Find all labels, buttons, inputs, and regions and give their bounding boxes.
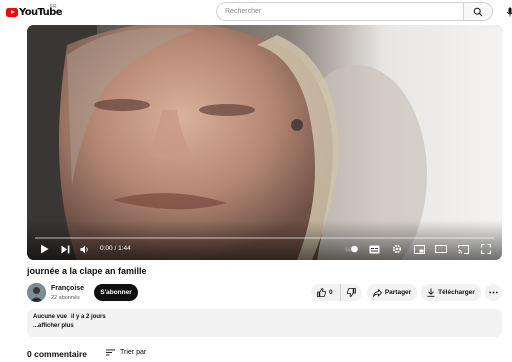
search-icon [473, 7, 483, 16]
play-button[interactable] [37, 242, 51, 256]
player-controls: 0:00 / 1:44 [27, 241, 502, 257]
sort-label: Trier par [120, 349, 147, 356]
settings-button[interactable] [390, 242, 404, 256]
volume-button[interactable] [78, 242, 92, 256]
like-dislike-group: 0 [311, 284, 362, 301]
subtitles-icon [369, 245, 379, 253]
sort-button[interactable]: Trier par [106, 349, 146, 356]
search-input[interactable]: Rechercher [216, 2, 464, 21]
share-button[interactable]: Partager [367, 284, 417, 301]
next-button[interactable] [58, 242, 72, 256]
more-icon [489, 291, 498, 294]
video-player[interactable]: 0:00 / 1:44 [27, 25, 502, 260]
search-button[interactable] [463, 2, 493, 21]
view-count: Aucune vue [33, 314, 68, 320]
autoplay-toggle-icon [344, 245, 358, 253]
thumbs-up-icon [317, 288, 326, 297]
avatar-image [27, 283, 46, 302]
voice-search-button[interactable] [503, 5, 512, 19]
theater-icon [435, 245, 447, 253]
thumbs-down-icon [347, 288, 356, 297]
download-label: Télécharger [438, 289, 475, 296]
miniplayer-button[interactable] [412, 242, 426, 256]
region-code: FR [50, 4, 57, 10]
fullscreen-icon [481, 244, 491, 254]
fullscreen-button[interactable] [479, 242, 493, 256]
settings-icon [392, 244, 402, 254]
subscribe-button[interactable]: S'abonner [94, 284, 138, 301]
cast-button[interactable] [456, 242, 470, 256]
progress-bar[interactable] [35, 237, 494, 239]
dislike-button[interactable] [341, 284, 362, 301]
miniplayer-icon [413, 244, 425, 254]
mic-icon [506, 7, 512, 17]
more-actions-button[interactable] [485, 284, 502, 301]
next-icon [61, 245, 69, 253]
masthead: YouTube FR Rechercher [0, 0, 512, 24]
cast-icon [457, 244, 469, 254]
show-more-link[interactable]: ...afficher plus [33, 323, 496, 329]
comments-count: 0 commentaire [27, 349, 87, 359]
download-icon [427, 288, 435, 297]
avatar[interactable] [27, 283, 46, 302]
like-button[interactable]: 0 [311, 284, 341, 301]
video-title: journée a la clape an famille [27, 266, 147, 276]
description-box[interactable]: Aucune vue il y a 2 jours ...afficher pl… [27, 309, 502, 337]
theater-button[interactable] [434, 242, 448, 256]
description-meta: Aucune vue il y a 2 jours [33, 314, 496, 320]
sort-icon [106, 349, 115, 356]
autoplay-toggle[interactable] [343, 242, 359, 256]
download-button[interactable]: Télécharger [421, 284, 481, 301]
upload-date: il y a 2 jours [71, 314, 106, 320]
search-placeholder: Rechercher [225, 8, 262, 15]
play-icon [40, 244, 48, 254]
volume-icon [80, 245, 88, 253]
share-icon [372, 288, 382, 297]
youtube-logo-icon [6, 7, 18, 17]
channel-name[interactable]: Françoise [51, 285, 84, 292]
like-count: 0 [329, 289, 333, 296]
subtitles-button[interactable] [367, 242, 381, 256]
share-label: Partager [384, 289, 412, 296]
time-display: 0:00 / 1:44 [100, 245, 131, 252]
subscriber-count: 22 abonnés [51, 295, 80, 301]
